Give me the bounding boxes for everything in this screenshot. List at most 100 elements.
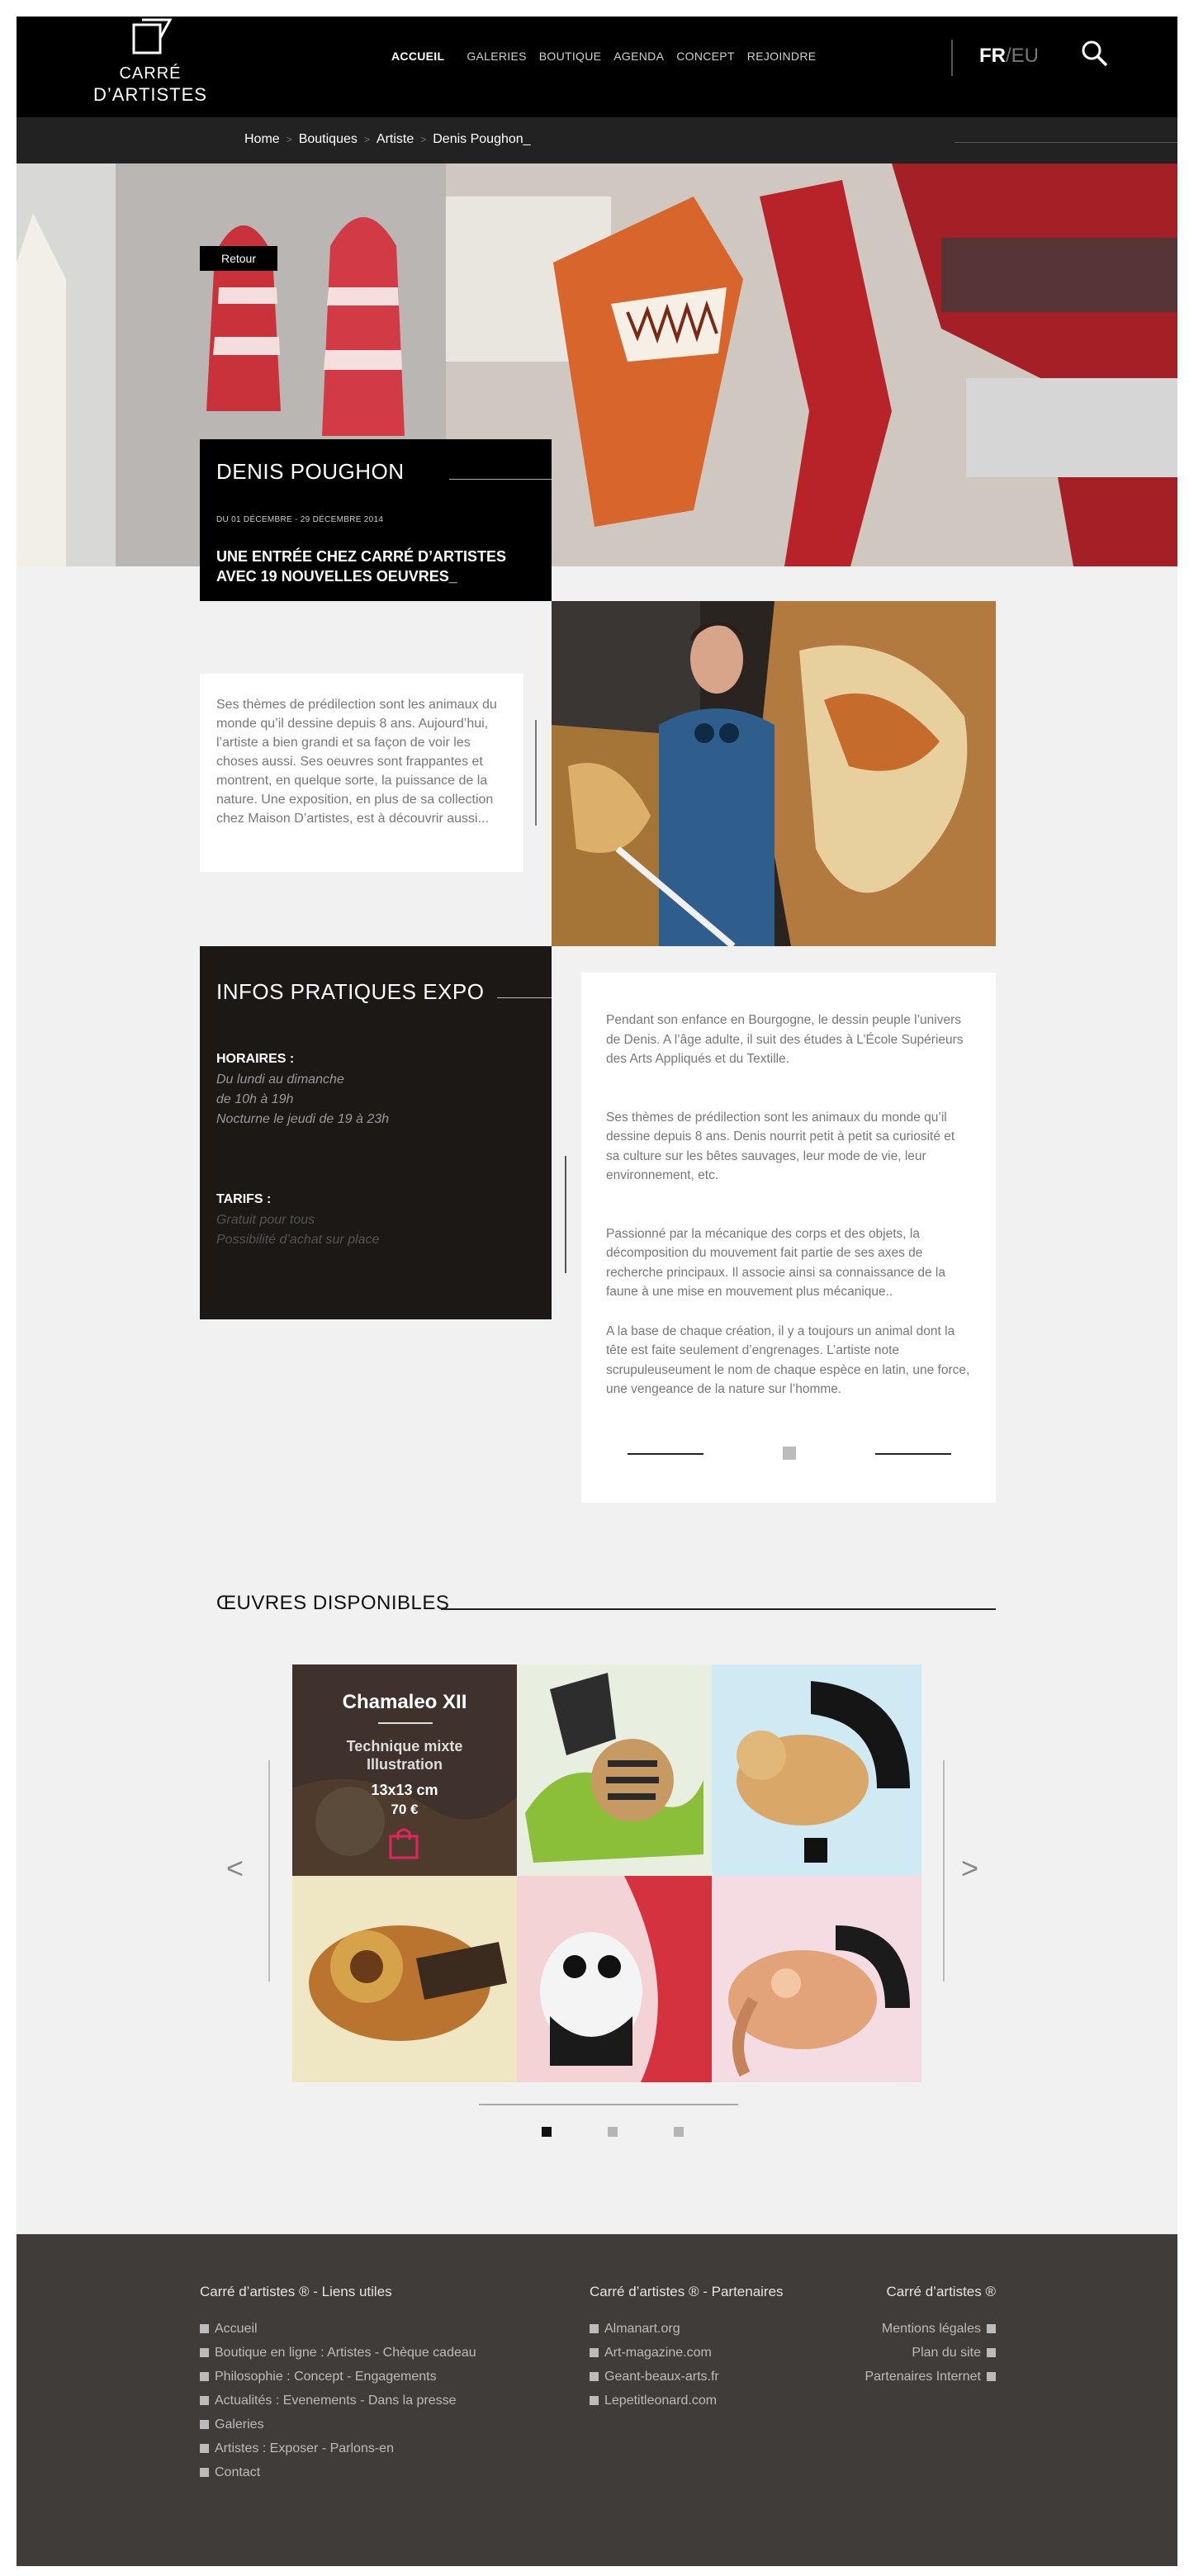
artwork-technique-line-2: Illustration: [366, 1756, 443, 1773]
artwork-title-rule: [378, 1722, 433, 1724]
breadcrumb-separator: >: [363, 134, 370, 145]
footer-link[interactable]: Partenaires Internet: [831, 2365, 996, 2389]
title-rule: [449, 479, 552, 480]
footer-col1-title: Carré d’artistes ® - Liens utiles: [200, 2284, 392, 2299]
practical-info-title: INFOS PRATIQUES EXPO: [216, 979, 485, 1004]
bio-next-line[interactable]: [875, 1453, 951, 1455]
footer-link[interactable]: Geant-beaux-arts.fr: [590, 2365, 784, 2389]
breadcrumb-boutiques[interactable]: Boutiques: [299, 132, 358, 147]
artist-bio-card: Pendant son enfance en Bourgogne, le des…: [581, 973, 996, 1503]
carousel-next-button[interactable]: >: [961, 1851, 978, 1886]
lang-eu[interactable]: EU: [1011, 45, 1039, 67]
artwork-tile[interactable]: [517, 1664, 712, 1876]
footer-link[interactable]: Artistes : Exposer - Parlons-en: [200, 2436, 476, 2460]
breadcrumb-current: Denis Poughon_: [433, 132, 531, 146]
footer-link-label: Boutique en ligne : Artistes - Chèque ca…: [215, 2346, 476, 2360]
artwork-image: [292, 1876, 517, 2082]
footer-col2-title: Carré d’artistes ® - Partenaires: [590, 2284, 784, 2299]
logo[interactable]: CARRÉ D’ARTISTES: [92, 17, 208, 107]
footer-link-label: Galeries: [215, 2417, 264, 2432]
footer-link-label: Geant-beaux-arts.fr: [604, 2370, 719, 2384]
breadcrumb-artiste[interactable]: Artiste: [377, 132, 414, 147]
breadcrumb-line: [955, 142, 1177, 143]
site-footer: Carré d’artistes ® - Liens utiles Accuei…: [17, 2234, 1177, 2566]
footer-link[interactable]: Boutique en ligne : Artistes - Chèque ca…: [200, 2341, 476, 2365]
artwork-tile[interactable]: [712, 1664, 921, 1876]
exhibition-title-box: DENIS POUGHON DU 01 DÉCEMBRE - 29 DÉCEMB…: [200, 439, 552, 601]
nav-boutique[interactable]: BOUTIQUE: [539, 50, 602, 63]
footer-link[interactable]: Mentions légales: [831, 2317, 996, 2341]
bullet-square-icon: [200, 2444, 209, 2453]
exhibition-dates: DU 01 DÉCEMBRE - 29 DÉCEMBRE 2014: [216, 515, 384, 524]
footer-link[interactable]: Accueil: [200, 2317, 476, 2341]
shopping-bag-icon[interactable]: [386, 1826, 421, 1859]
breadcrumb-separator: >: [286, 134, 292, 145]
artwork-tile[interactable]: [517, 1876, 712, 2082]
footer-link-label: Contact: [215, 2465, 261, 2479]
hours-line-3: Nocturne le jeudi de 19 à 23h: [216, 1112, 390, 1126]
carousel-prev-button[interactable]: <: [226, 1851, 244, 1886]
carousel-right-rule: [943, 1760, 945, 1982]
bullet-square-icon: [987, 2372, 996, 2381]
artwork-overlay: Chamaleo XII Technique mixte Illustratio…: [292, 1664, 517, 1876]
footer-link[interactable]: Galeries: [200, 2413, 476, 2436]
carousel-dot-1[interactable]: [542, 2127, 552, 2137]
infos-scrollbar[interactable]: [565, 1156, 566, 1273]
artwork-image: [517, 1664, 712, 1876]
footer-link-label: Art-magazine.com: [604, 2346, 712, 2360]
footer-col-partners: Carré d’artistes ® - Partenaires Almanar…: [590, 2284, 784, 2413]
artwork-tile-featured[interactable]: Chamaleo XII Technique mixte Illustratio…: [292, 1664, 517, 1876]
footer-link[interactable]: Plan du site: [831, 2341, 996, 2365]
carousel-dot-3[interactable]: [674, 2127, 684, 2137]
artwork-tile[interactable]: [712, 1876, 921, 2082]
lang-separator: /: [1006, 45, 1011, 67]
artwork-technique-line-1: Technique mixte: [346, 1738, 463, 1754]
nav-agenda[interactable]: AGENDA: [613, 50, 664, 63]
bio-paragraph-1: Pendant son enfance en Bourgogne, le des…: [606, 1013, 964, 1066]
footer-link[interactable]: Lepetitleonard.com: [590, 2389, 784, 2413]
hero-image: [17, 163, 1177, 566]
back-button[interactable]: Retour: [200, 246, 277, 271]
breadcrumb-separator: >: [420, 134, 427, 145]
footer-col-legal: Carré d’artistes ® Mentions légales Plan…: [831, 2284, 996, 2389]
works-title-rule: [441, 1608, 996, 1610]
footer-link[interactable]: Art-magazine.com: [590, 2341, 784, 2365]
tarifs-label: TARIFS :: [216, 1192, 272, 1206]
nav-accueil[interactable]: ACCUEIL: [391, 50, 444, 63]
footer-link[interactable]: Almanart.org: [590, 2317, 784, 2341]
breadcrumb: Home > Boutiques > Artiste > Denis Pough…: [17, 117, 1177, 163]
artist-photo: [552, 601, 996, 946]
footer-link-label: Almanart.org: [604, 2322, 680, 2336]
footer-col3-title: Carré d’artistes ®: [886, 2284, 996, 2299]
artwork-technique: Technique mixte Illustration: [292, 1737, 517, 1773]
lang-fr[interactable]: FR: [979, 45, 1006, 67]
footer-link-label: Lepetitleonard.com: [604, 2394, 718, 2408]
nav-rejoindre[interactable]: REJOINDRE: [747, 50, 817, 63]
footer-link[interactable]: Contact: [200, 2460, 476, 2484]
bio-pager: [628, 1445, 953, 1461]
bio-page-indicator[interactable]: [783, 1447, 796, 1460]
artwork-size: 13x13 cm: [371, 1782, 438, 1798]
practical-info-rule: [497, 997, 552, 998]
footer-link[interactable]: Philosophie : Concept - Engagements: [200, 2365, 476, 2389]
carousel-dot-2[interactable]: [608, 2127, 618, 2137]
footer-link[interactable]: Actualités : Evenements - Dans la presse: [200, 2389, 476, 2413]
artwork-title: Chamaleo XII: [342, 1691, 467, 1713]
artwork-image: [712, 1876, 921, 2082]
bio-prev-line[interactable]: [628, 1453, 703, 1455]
tarifs-line-2: Possibilité d’achat sur place: [216, 1233, 380, 1247]
intro-scrollbar[interactable]: [535, 720, 537, 826]
nav-galeries[interactable]: GALERIES: [467, 50, 526, 63]
search-icon[interactable]: [1078, 38, 1111, 71]
language-switcher: FR/EU: [979, 45, 1039, 68]
artwork-image: [517, 1876, 712, 2082]
bullet-square-icon: [200, 2420, 209, 2429]
intro-text-box: Ses thèmes de prédilection sont les anim…: [200, 674, 523, 872]
nav-concept[interactable]: CONCEPT: [676, 50, 735, 63]
logo-line2: D’ARTISTES: [93, 84, 207, 105]
footer-link-label: Accueil: [215, 2322, 258, 2336]
main-nav: ACCUEIL GALERIES BOUTIQUE AGENDA CONCEPT…: [391, 50, 828, 63]
breadcrumb-home[interactable]: Home: [244, 132, 280, 147]
artwork-image: [712, 1664, 921, 1876]
artwork-tile[interactable]: [292, 1876, 517, 2082]
